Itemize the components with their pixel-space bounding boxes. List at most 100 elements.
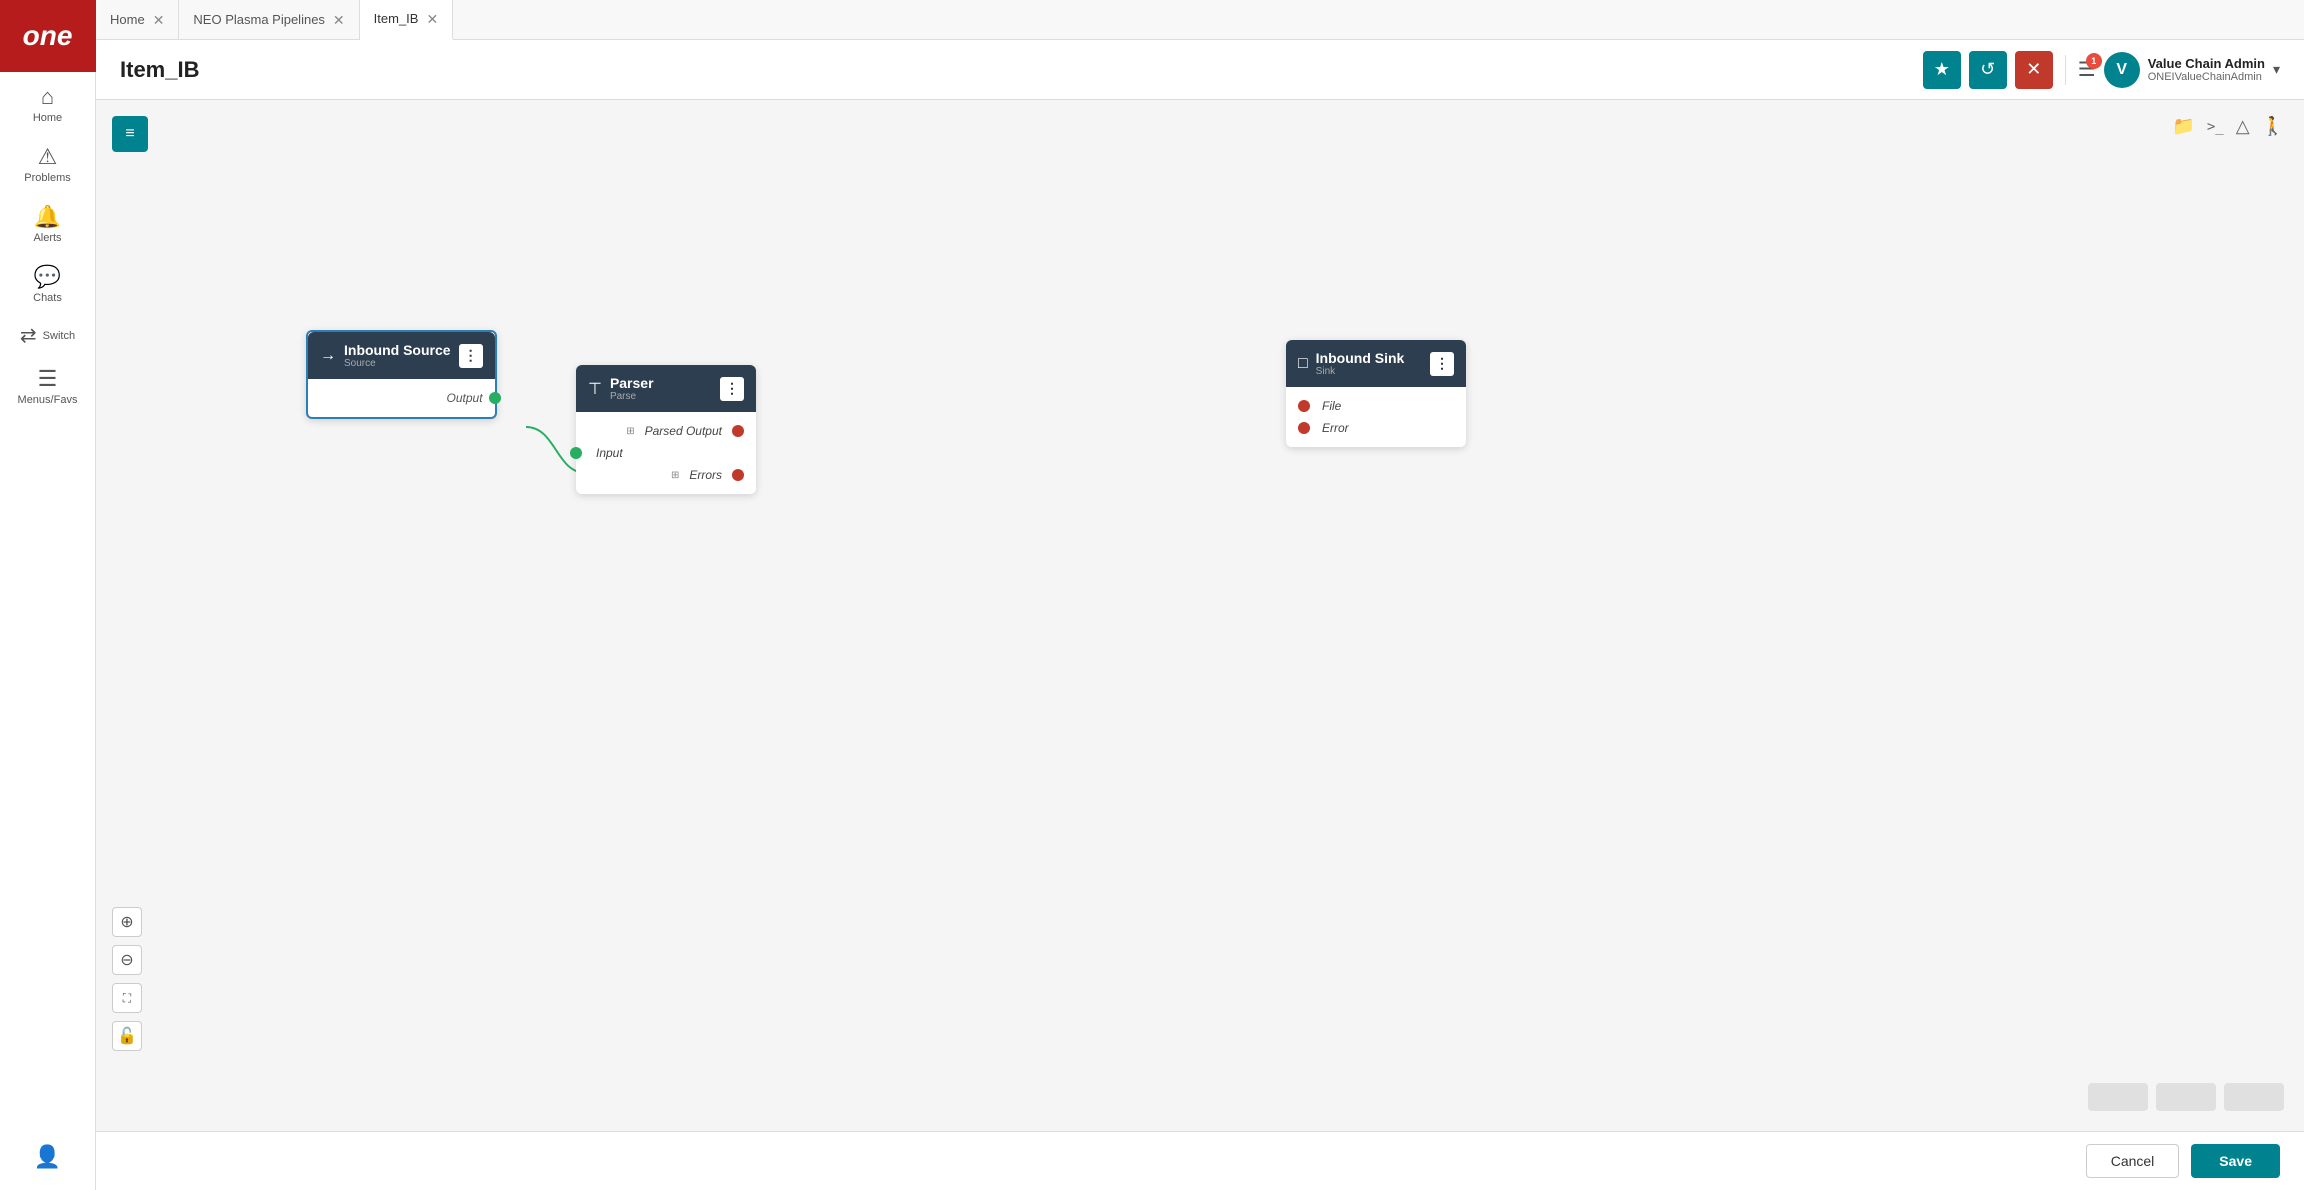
inbound-source-subtitle: Source — [344, 358, 451, 369]
parsed-output-grid-icon: ⊞ — [626, 426, 634, 437]
user-name: Value Chain Admin — [2148, 56, 2265, 71]
placeholder-btn-1[interactable] — [2088, 1083, 2148, 1111]
sidebar-item-menus[interactable]: ☰ Menus/Favs — [0, 354, 95, 414]
cancel-button[interactable]: Cancel — [2086, 1144, 2180, 1178]
run-icon[interactable]: 🚶 — [2262, 116, 2284, 137]
inbound-sink-body: File Error — [1286, 387, 1466, 447]
error-label: Error — [1322, 421, 1349, 435]
node-inbound-sink-header: □ Inbound Sink Sink ⋮ — [1286, 340, 1466, 387]
tab-home-label: Home — [110, 12, 145, 27]
sink-file-port: File — [1286, 395, 1466, 417]
tab-home-close[interactable]: ✕ — [153, 13, 165, 27]
sidebar-item-chats[interactable]: 💬 Chats — [0, 252, 95, 312]
tab-item-ib[interactable]: Item_IB ✕ — [360, 0, 454, 40]
refresh-button[interactable]: ↺ — [1969, 51, 2007, 89]
home-icon: ⌂ — [41, 86, 54, 108]
sidebar-item-home[interactable]: ⌂ Home — [0, 72, 95, 132]
parsed-output-dot — [732, 425, 744, 437]
parser-subtitle: Parse — [610, 391, 712, 402]
arrow-right-icon: → — [320, 347, 336, 365]
inbound-source-body: Output — [308, 379, 495, 417]
tab-item-ib-label: Item_IB — [374, 11, 419, 26]
main-content: Home ✕ NEO Plasma Pipelines ✕ Item_IB ✕ … — [96, 0, 2304, 1190]
sidebar-label-chats: Chats — [33, 292, 62, 304]
user-menu-chevron[interactable]: ▾ — [2273, 61, 2280, 78]
user-role: ONEIValueChainAdmin — [2148, 71, 2265, 83]
logo[interactable]: one — [0, 0, 96, 72]
alerts-icon: 🔔 — [34, 206, 61, 228]
problems-icon: ⚠ — [38, 146, 58, 168]
save-button[interactable]: Save — [2191, 1144, 2280, 1178]
logo-text: one — [23, 20, 73, 52]
inbound-sink-menu-btn[interactable]: ⋮ — [1430, 352, 1454, 376]
header-divider — [2065, 55, 2066, 85]
sink-icon: □ — [1298, 355, 1308, 373]
canvas-toolbar: ≡ — [112, 116, 148, 152]
parser-input-port: Input — [576, 442, 756, 464]
zoom-out-button[interactable]: ⊖ — [112, 945, 142, 975]
errors-dot — [732, 469, 744, 481]
tab-neo-close[interactable]: ✕ — [333, 13, 345, 27]
input-dot — [570, 447, 582, 459]
sidebar-label-home: Home — [33, 112, 62, 124]
zoom-in-button[interactable]: ⊕ — [112, 907, 142, 937]
sidebar-item-alerts[interactable]: 🔔 Alerts — [0, 192, 95, 252]
tab-neo-label: NEO Plasma Pipelines — [193, 12, 325, 27]
parser-title: Parser — [610, 375, 712, 391]
parser-menu-btn[interactable]: ⋮ — [720, 377, 744, 401]
page-title: Item_IB — [120, 57, 1907, 83]
folder-icon[interactable]: 📁 — [2172, 116, 2194, 137]
sidebar-item-switch[interactable]: ⇄ Switch — [0, 312, 95, 354]
user-avatar: V — [2104, 52, 2140, 88]
notification-badge: 1 — [2086, 53, 2102, 69]
sidebar-item-problems[interactable]: ⚠ Problems — [0, 132, 95, 192]
star-button[interactable]: ★ — [1923, 51, 1961, 89]
sidebar: one ⌂ Home ⚠ Problems 🔔 Alerts 💬 Chats ⇄… — [0, 0, 96, 1190]
inbound-sink-title: Inbound Sink — [1316, 350, 1422, 366]
sidebar-bottom: 👤 — [26, 1130, 69, 1190]
file-dot — [1298, 400, 1310, 412]
close-button[interactable]: ✕ — [2015, 51, 2053, 89]
node-inbound-source-header: → Inbound Source Source ⋮ — [308, 332, 495, 379]
output-dot — [489, 392, 501, 404]
user-info: Value Chain Admin ONEIValueChainAdmin — [2148, 56, 2265, 83]
lock-button[interactable]: 🔓 — [112, 1021, 142, 1051]
sidebar-label-menus: Menus/Favs — [18, 394, 78, 406]
tab-home[interactable]: Home ✕ — [96, 0, 179, 40]
sink-error-port: Error — [1286, 417, 1466, 439]
header-actions: ★ ↺ ✕ ☰ 1 V Value Chain Admin ONEIValueC… — [1923, 51, 2280, 89]
inbound-source-output-port: Output — [308, 387, 495, 409]
input-label: Input — [588, 446, 623, 460]
bottom-placeholders — [2088, 1083, 2284, 1111]
parser-body: ⊞ Parsed Output Input ⊞ Errors — [576, 412, 756, 494]
sidebar-item-user-profile[interactable]: 👤 — [26, 1130, 69, 1178]
canvas-container: ≡ 📁 >_ △ 🚶 → Inbound Source — [96, 100, 2304, 1131]
zoom-tools: ⊕ ⊖ ⛶ 🔓 — [112, 907, 142, 1051]
inbound-source-title: Inbound Source — [344, 342, 451, 358]
node-parser[interactable]: ⊤ Parser Parse ⋮ ⊞ Parsed Output Input — [576, 365, 756, 494]
user-profile-icon: 👤 — [34, 1144, 61, 1170]
warning-icon[interactable]: △ — [2236, 116, 2250, 137]
sidebar-label-problems: Problems — [24, 172, 70, 184]
terminal-icon[interactable]: >_ — [2207, 119, 2224, 135]
connection-lines — [96, 100, 2304, 1131]
chats-icon: 💬 — [34, 266, 61, 288]
file-label: File — [1322, 399, 1341, 413]
tab-bar: Home ✕ NEO Plasma Pipelines ✕ Item_IB ✕ — [96, 0, 2304, 40]
parser-parsed-output-port: ⊞ Parsed Output — [576, 420, 756, 442]
placeholder-btn-2[interactable] — [2156, 1083, 2216, 1111]
notification-button[interactable]: ☰ 1 — [2078, 57, 2096, 82]
node-inbound-source[interactable]: → Inbound Source Source ⋮ Output — [306, 330, 497, 419]
list-view-button[interactable]: ≡ — [112, 116, 148, 152]
placeholder-btn-3[interactable] — [2224, 1083, 2284, 1111]
node-inbound-sink[interactable]: □ Inbound Sink Sink ⋮ File Error — [1286, 340, 1466, 447]
inbound-sink-subtitle: Sink — [1316, 366, 1422, 377]
tab-neo[interactable]: NEO Plasma Pipelines ✕ — [179, 0, 359, 40]
tab-item-ib-close[interactable]: ✕ — [426, 12, 438, 26]
sidebar-label-switch: Switch — [43, 330, 75, 342]
inbound-source-menu-btn[interactable]: ⋮ — [459, 344, 483, 368]
parsed-output-label: Parsed Output — [645, 424, 722, 438]
fit-button[interactable]: ⛶ — [112, 983, 142, 1013]
footer-bar: Cancel Save — [96, 1131, 2304, 1190]
canvas-tools-right: 📁 >_ △ 🚶 — [2172, 116, 2284, 137]
